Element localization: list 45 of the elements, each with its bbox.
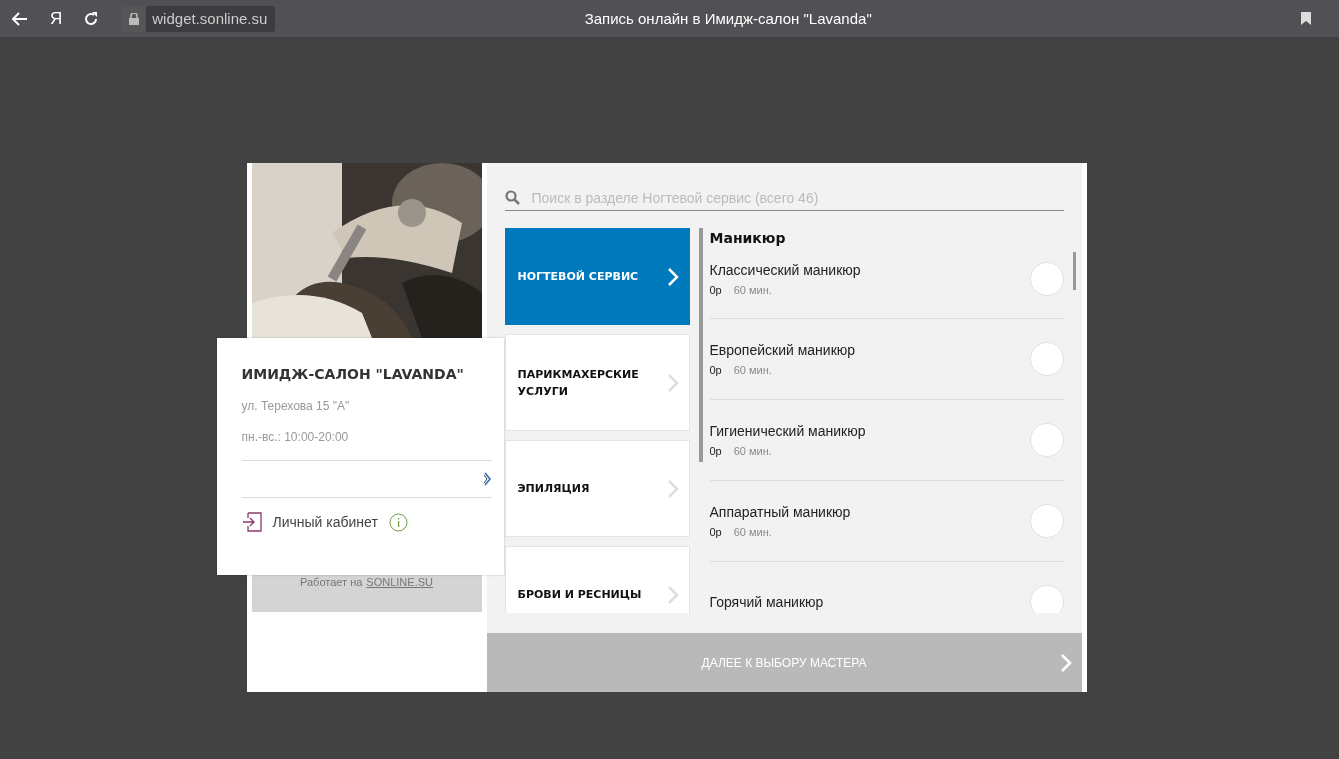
- address-bar[interactable]: widget.sonline.su: [122, 5, 276, 32]
- salon-name: ИМИДЖ-САЛОН "LAVANDA": [241, 366, 465, 382]
- service-name: Гигиенический маникюр: [709, 423, 866, 439]
- category-tab[interactable]: НОГТЕВОЙ СЕРВИС: [504, 228, 690, 325]
- service-price: 0р: [709, 526, 722, 538]
- url-text: widget.sonline.su: [152, 10, 268, 27]
- category-tab[interactable]: ПАРИКМАХЕРСКИЕ УСЛУГИ: [504, 334, 690, 431]
- select-circle[interactable]: [1029, 342, 1064, 376]
- category-tab[interactable]: ЭПИЛЯЦИЯ: [504, 440, 690, 537]
- account-link[interactable]: Личный кабинет: [272, 514, 378, 530]
- info-icon[interactable]: [388, 512, 408, 532]
- service-price: 0р: [709, 364, 722, 376]
- service-name: Классический маникюр: [709, 262, 861, 278]
- group-heading: Маникюр: [709, 230, 787, 248]
- page-title: Запись онлайн в Имидж-салон "Lavanda": [583, 10, 873, 27]
- bookmark-icon[interactable]: [1301, 12, 1311, 25]
- double-chevron-icon[interactable]: [483, 472, 492, 486]
- scrollbar[interactable]: [698, 228, 703, 462]
- chevron-icon: [666, 372, 679, 393]
- chevron-icon: [666, 478, 679, 499]
- category-tab[interactable]: БРОВИ И РЕСНИЦЫ: [504, 546, 690, 613]
- service-price: 0р: [709, 284, 722, 296]
- search-icon: [504, 190, 520, 205]
- chevron-icon: [666, 266, 679, 287]
- lock-icon: [122, 5, 147, 32]
- select-circle[interactable]: [1029, 504, 1064, 538]
- service-name: Европейский маникюр: [709, 342, 856, 358]
- select-circle[interactable]: [1029, 262, 1064, 296]
- salon-address: ул. Терехова 15 "А": [241, 399, 351, 413]
- login-icon[interactable]: [241, 512, 262, 532]
- chevron-icon: [666, 584, 679, 605]
- salon-hours: пн.-вс.: 10:00-20:00: [241, 430, 350, 444]
- service-name: Аппаратный маникюр: [709, 504, 851, 520]
- service-duration: 60 мин.: [733, 364, 772, 376]
- back-icon[interactable]: [12, 11, 28, 26]
- scrollbar[interactable]: [1072, 252, 1076, 290]
- service-name: Горячий маникюр: [709, 594, 824, 610]
- service-duration: 60 мин.: [733, 284, 772, 296]
- select-circle[interactable]: [1029, 423, 1064, 457]
- chevron-icon: [1059, 653, 1072, 673]
- service-duration: 60 мин.: [733, 445, 772, 457]
- browser-logo[interactable]: Я: [50, 8, 63, 29]
- service-duration: 60 мин.: [733, 526, 772, 538]
- powered-by-text: Работает на: [300, 576, 363, 588]
- service-price: 0р: [709, 445, 722, 457]
